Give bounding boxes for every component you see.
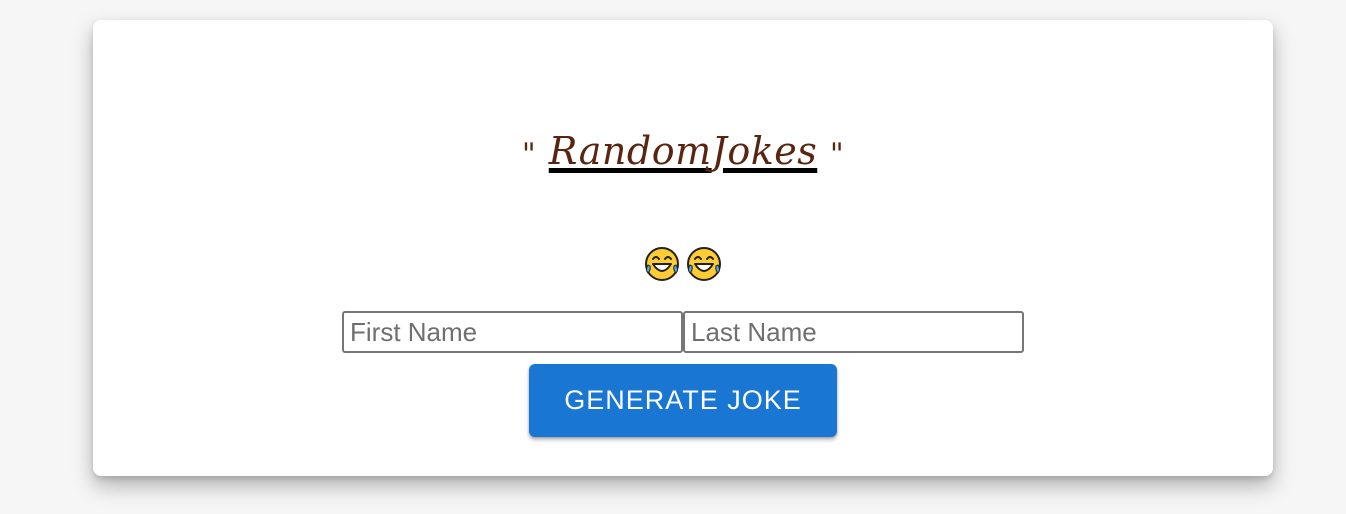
title-word-jokes: Jokes <box>711 129 818 173</box>
face-with-tears-of-joy-icon <box>687 247 721 281</box>
title-close-quote: " <box>829 137 845 172</box>
page-title: " RandomJokes " <box>93 128 1273 178</box>
generate-joke-button[interactable]: GENERATE JOKE <box>529 364 837 437</box>
emoji-row <box>93 246 1273 282</box>
face-with-tears-of-joy-icon <box>645 247 679 281</box>
first-name-input[interactable] <box>342 311 683 353</box>
joke-card: " RandomJokes " GENERATE JOKE <box>93 20 1273 476</box>
last-name-input[interactable] <box>683 311 1024 353</box>
title-word-random: Random <box>548 129 712 173</box>
title-open-quote: " <box>521 137 537 172</box>
name-fields <box>342 311 1024 353</box>
